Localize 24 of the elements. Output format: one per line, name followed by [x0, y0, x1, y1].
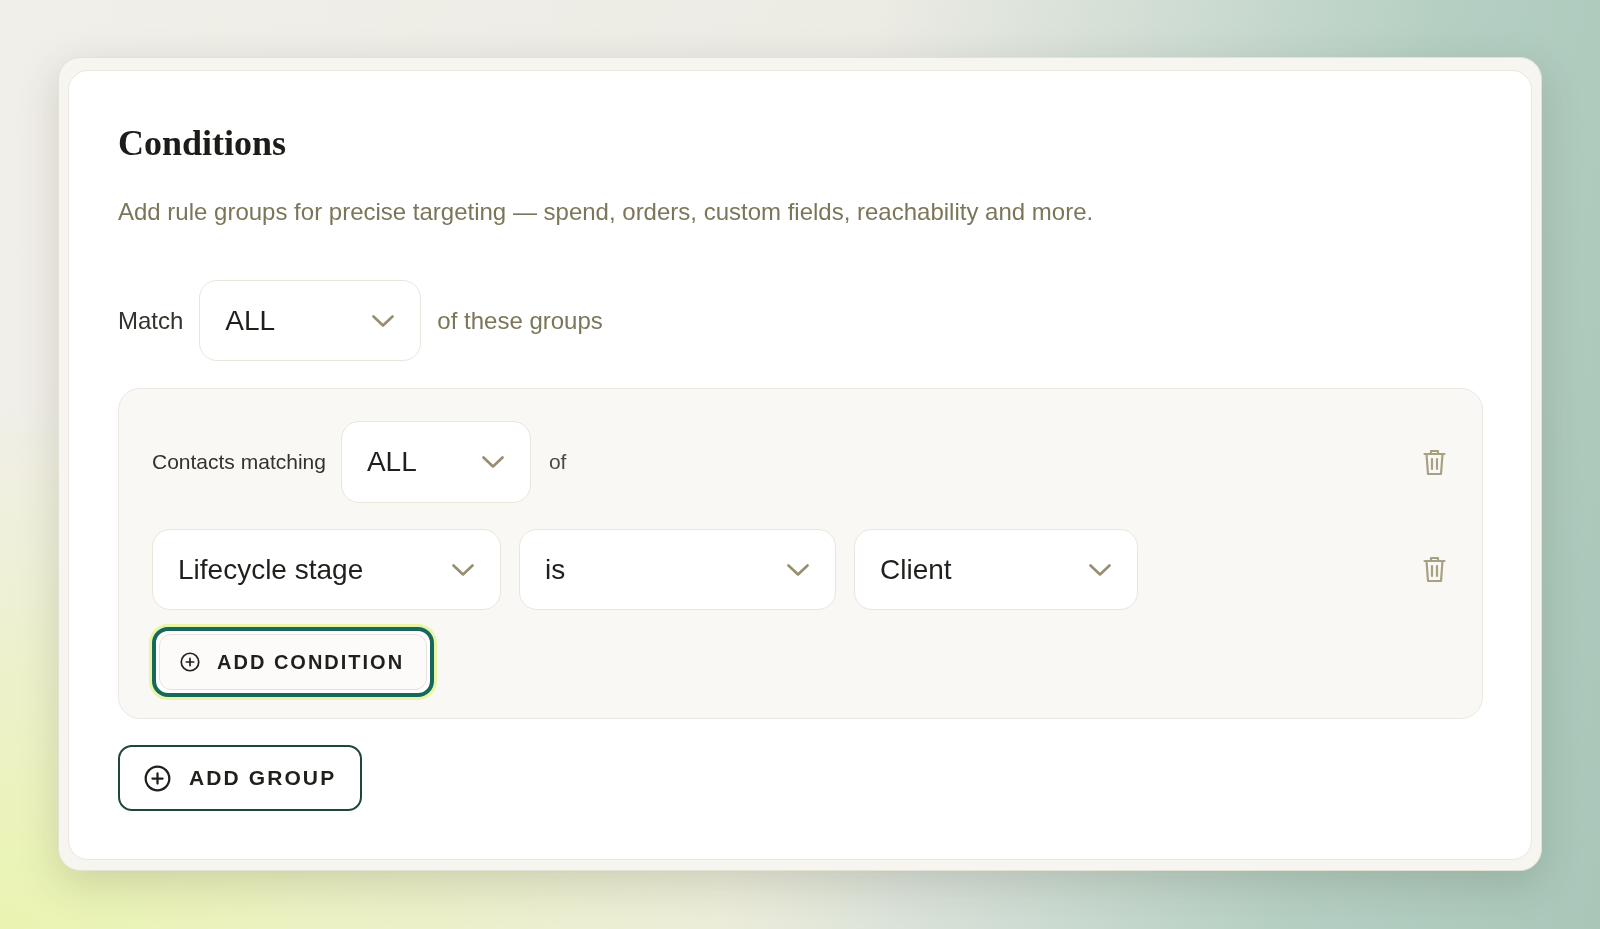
chevron-down-icon — [481, 456, 504, 468]
dropdown[interactable]: Lifecycle stage — [152, 529, 501, 610]
section-description: Add rule groups for precise targeting — spend, orders, custom fields, reachability and more. — [118, 197, 1094, 227]
add-condition-button[interactable]: ADD CONDITION — [152, 627, 435, 697]
group-match-label: Contacts matching — [152, 449, 326, 476]
plus-circle-icon — [144, 764, 171, 792]
section-title: Conditions — [118, 122, 287, 165]
delete-condition-button[interactable] — [1423, 556, 1446, 583]
trash-icon — [1423, 556, 1446, 583]
group-match-suffix: of — [548, 449, 567, 476]
match-label: Match — [118, 305, 184, 336]
chevron-down-icon — [372, 314, 395, 327]
match-suffix: of these groups — [437, 305, 603, 336]
trash-icon — [1423, 448, 1446, 476]
chevron-down-icon — [1089, 563, 1111, 576]
plus-circle-icon — [180, 652, 200, 672]
dropdown[interactable]: is — [519, 529, 836, 610]
dropdown[interactable]: ALL — [199, 280, 422, 361]
delete-group-button[interactable] — [1423, 448, 1446, 476]
dropdown[interactable]: Client — [854, 529, 1138, 610]
add-group-button[interactable]: ADD GROUP — [118, 745, 363, 811]
chevron-down-icon — [452, 563, 474, 576]
chevron-down-icon — [787, 563, 809, 576]
dropdown[interactable]: ALL — [340, 421, 531, 503]
